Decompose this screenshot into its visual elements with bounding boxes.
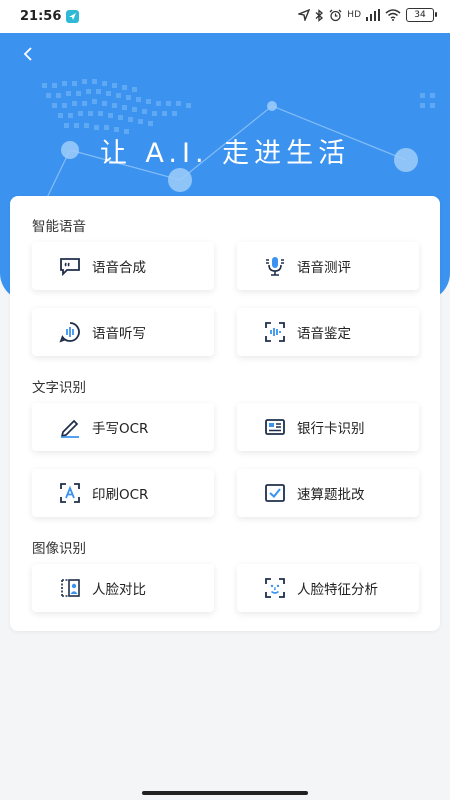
- item-label: 银行卡识别: [297, 421, 365, 437]
- item-label: 语音测评: [297, 260, 351, 276]
- features-card: 智能语音 语音合成 语音测评 语音听写 语音鉴定 文字识别 手写OCR 银行卡识…: [10, 196, 440, 631]
- item-speech-dictation[interactable]: 语音听写: [32, 308, 214, 356]
- face-compare-icon: [59, 577, 81, 599]
- location-icon: [298, 9, 311, 21]
- item-label: 人脸特征分析: [297, 582, 378, 598]
- item-face-compare[interactable]: 人脸对比: [32, 564, 214, 612]
- item-label: 语音鉴定: [297, 326, 351, 342]
- item-face-feature-analysis[interactable]: 人脸特征分析: [237, 564, 419, 612]
- signal-icon: [366, 9, 380, 21]
- item-quick-math-grading[interactable]: 速算题批改: [237, 469, 419, 517]
- status-time: 21:56: [20, 9, 62, 24]
- item-print-ocr[interactable]: 印刷OCR: [32, 469, 214, 517]
- item-speech-evaluation[interactable]: 语音测评: [237, 242, 419, 290]
- item-label: 语音听写: [92, 326, 146, 342]
- scan-text-icon: [59, 482, 81, 504]
- speech-bubble-icon: [59, 255, 81, 277]
- section-title-text: 文字识别: [32, 380, 86, 396]
- microphone-icon: [264, 255, 286, 277]
- app-notification-icon: [66, 10, 79, 23]
- section-title-voice: 智能语音: [32, 219, 86, 235]
- chevron-left-icon: [23, 47, 32, 61]
- banner-slogan: 让 A.I. 走进生活: [99, 138, 351, 169]
- status-icons: HD 34: [298, 8, 437, 22]
- battery-indicator: 34: [406, 8, 437, 22]
- bank-card-icon: [264, 416, 286, 438]
- item-label: 手写OCR: [92, 421, 149, 437]
- back-button[interactable]: [18, 43, 40, 65]
- face-scan-icon: [264, 577, 286, 599]
- section-title-image: 图像识别: [32, 541, 86, 557]
- item-label: 印刷OCR: [92, 487, 149, 503]
- item-label: 语音合成: [92, 260, 146, 276]
- voiceprint-icon: [264, 321, 286, 343]
- home-indicator[interactable]: [142, 791, 308, 795]
- item-bank-card-recognition[interactable]: 银行卡识别: [237, 403, 419, 451]
- network-type: HD: [347, 10, 361, 20]
- wifi-icon: [385, 9, 401, 21]
- item-voiceprint-identification[interactable]: 语音鉴定: [237, 308, 419, 356]
- item-label: 速算题批改: [297, 487, 365, 503]
- checkbox-icon: [264, 482, 286, 504]
- pen-icon: [59, 416, 81, 438]
- item-speech-synthesis[interactable]: 语音合成: [32, 242, 214, 290]
- item-handwriting-ocr[interactable]: 手写OCR: [32, 403, 214, 451]
- voice-wave-icon: [59, 321, 81, 343]
- status-bar: 21:56 HD 34: [0, 0, 450, 33]
- alarm-icon: [329, 9, 342, 21]
- bluetooth-icon: [315, 8, 324, 22]
- item-label: 人脸对比: [92, 582, 146, 598]
